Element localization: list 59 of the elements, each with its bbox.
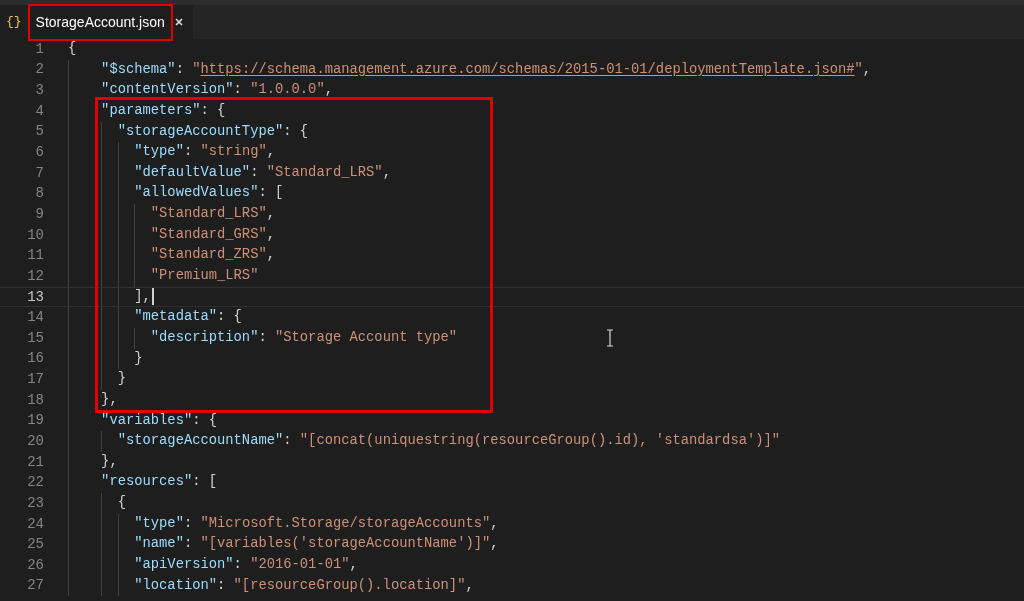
line-number: 20 bbox=[26, 432, 44, 451]
line-number: 23 bbox=[26, 493, 44, 513]
line-number: 2 bbox=[34, 60, 44, 80]
code-line: { bbox=[68, 40, 77, 58]
line-number: 12 bbox=[26, 266, 44, 286]
line-number: 8 bbox=[34, 184, 44, 204]
line-number: 16 bbox=[26, 349, 44, 369]
code-line: "$schema": "https://schema.management.azure.com/schemas/2015-01-01/deploymentTemplate.json#", bbox=[100, 60, 872, 79]
code-line: "name": "[variables('storageAccountName')]", bbox=[133, 535, 499, 554]
line-number: 10 bbox=[26, 225, 44, 245]
code-line: "resources": [ bbox=[100, 473, 218, 492]
code-line: "location": "[resourceGroup().location]", bbox=[133, 576, 474, 595]
line-number: 14 bbox=[26, 308, 44, 328]
code-line: "allowedValues": [ bbox=[133, 184, 284, 203]
code-line: } bbox=[116, 370, 126, 389]
line-number: 3 bbox=[34, 81, 44, 101]
code-line: "variables": { bbox=[100, 411, 218, 430]
line-number: 4 bbox=[34, 101, 44, 121]
code-line: "defaultValue": "Standard_LRS", bbox=[133, 163, 391, 182]
editor-tab[interactable]: {} StorageAccount.json bbox=[0, 5, 193, 39]
line-number: 7 bbox=[34, 163, 44, 183]
line-number: 26 bbox=[26, 555, 44, 575]
line-number: 27 bbox=[26, 576, 44, 596]
text-cursor-icon bbox=[605, 329, 615, 347]
line-number: 22 bbox=[26, 473, 44, 493]
line-number: 24 bbox=[26, 514, 44, 534]
code-line: ], bbox=[68, 286, 154, 308]
line-number: 13 bbox=[26, 287, 44, 307]
line-number: 19 bbox=[26, 411, 44, 431]
line-number: 21 bbox=[26, 452, 44, 472]
code-line: }, bbox=[100, 452, 118, 471]
code-line: { bbox=[116, 494, 126, 513]
line-number: 1 bbox=[34, 39, 44, 59]
line-number: 11 bbox=[26, 246, 44, 266]
tab-title: StorageAccount.json bbox=[29, 5, 171, 39]
code-line: "storageAccountType": { bbox=[116, 122, 309, 141]
line-number: 25 bbox=[26, 535, 44, 555]
code-line: "parameters": { bbox=[100, 101, 226, 120]
code-line: "Standard_ZRS", bbox=[149, 246, 275, 265]
code-line: "Premium_LRS" bbox=[149, 267, 259, 286]
close-icon[interactable] bbox=[174, 18, 183, 26]
code-line: "apiVersion": "2016-01-01", bbox=[133, 556, 358, 574]
code-line: "type": "string", bbox=[133, 143, 275, 162]
line-number: 17 bbox=[26, 370, 44, 390]
code-line: } bbox=[133, 349, 143, 368]
code-line: "storageAccountName": "[concat(uniquestring(resourceGroup().id), 'standardsa')]" bbox=[116, 432, 781, 451]
code-line: "contentVersion": "1.0.0.0", bbox=[100, 81, 333, 100]
code-line: }, bbox=[100, 390, 118, 409]
code-line: "metadata": { bbox=[133, 308, 242, 327]
line-number: 15 bbox=[26, 328, 44, 348]
line-number: 5 bbox=[34, 122, 44, 142]
braces-icon: {} bbox=[6, 12, 22, 32]
line-number: 9 bbox=[34, 204, 44, 224]
code-line: "type": "Microsoft.Storage/storageAccounts", bbox=[133, 514, 499, 533]
code-line: "Standard_LRS", bbox=[149, 205, 275, 224]
code-line: "Standard_GRS", bbox=[149, 225, 275, 244]
line-number: 18 bbox=[26, 390, 44, 410]
line-number: 6 bbox=[34, 143, 44, 163]
code-line: "description": "Storage Account type" bbox=[149, 328, 458, 347]
